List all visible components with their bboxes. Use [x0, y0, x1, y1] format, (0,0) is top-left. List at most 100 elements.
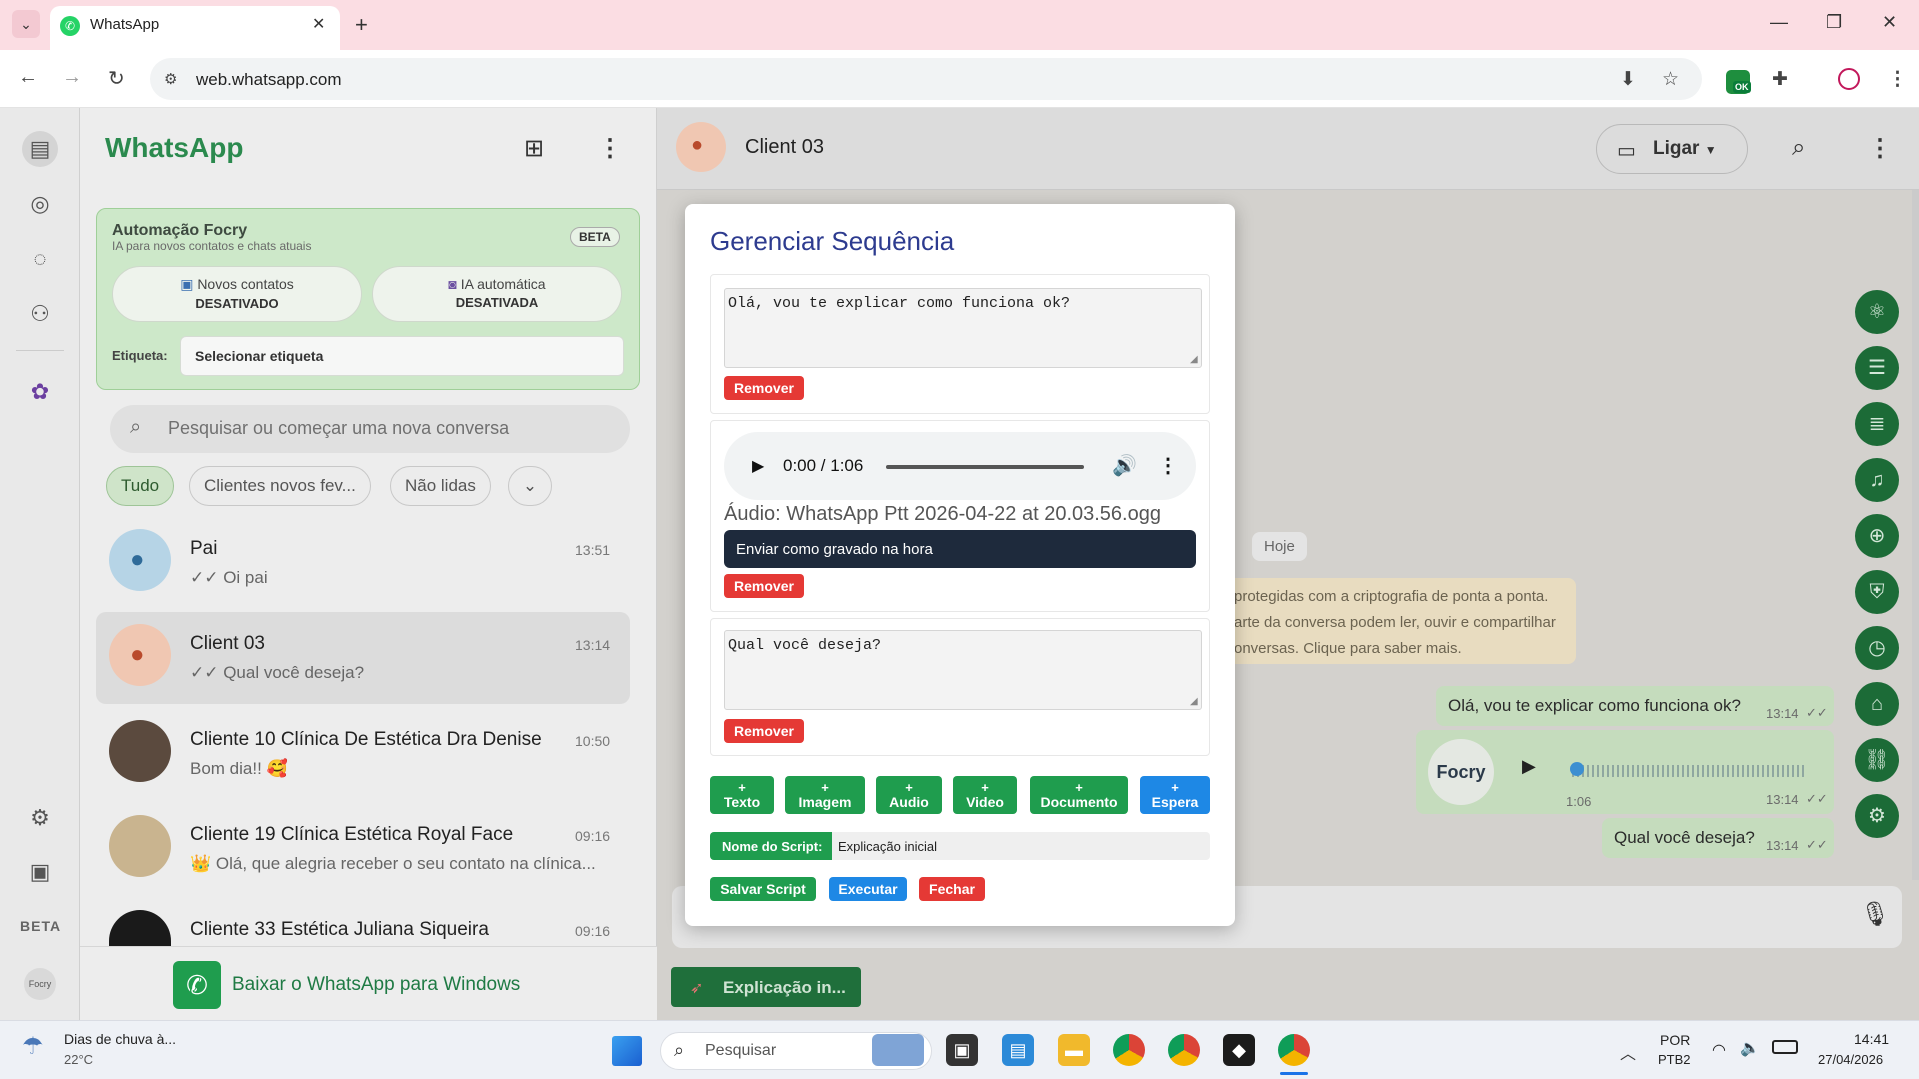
add-wait-label: Espera — [1151, 794, 1199, 810]
address-bar[interactable] — [150, 58, 1702, 100]
send-as-recorded-toggle[interactable]: Enviar como gravado na hora — [724, 530, 1196, 568]
tag-icon[interactable]: ⌂ — [1855, 682, 1899, 726]
filter-more-chevron-icon[interactable]: ⌄ — [508, 466, 552, 506]
step-textarea[interactable]: Qual você deseja? — [724, 630, 1202, 710]
filter-chip-new-clients[interactable]: Clientes novos fev... — [189, 466, 371, 506]
auto-ai-status: DESATIVADA — [455, 295, 539, 310]
audio-options-kebab-icon[interactable]: ⋮ — [1158, 453, 1178, 478]
add-audio-button[interactable]: + Audio — [876, 776, 942, 814]
remove-button[interactable]: Remover — [724, 574, 804, 598]
reload-icon[interactable]: ↻ — [108, 66, 125, 91]
media-gallery-icon[interactable]: ▣ — [22, 854, 58, 890]
stack-icon[interactable]: ≣ — [1855, 402, 1899, 446]
windows-start-icon[interactable] — [612, 1036, 642, 1066]
add-document-button[interactable]: + Documento — [1030, 776, 1128, 814]
file-explorer-icon[interactable]: ▬ — [1058, 1034, 1090, 1066]
resize-grip-icon[interactable]: ◢ — [1190, 696, 1198, 707]
focry-subtitle: IA para novos contatos e chats atuais — [112, 239, 312, 253]
auto-ai-toggle[interactable]: ◙ IA automática DESATIVADA — [372, 266, 622, 322]
link-icon[interactable]: ⛓ — [1855, 738, 1899, 782]
notepad-icon[interactable]: ▤ — [1002, 1034, 1034, 1066]
filter-chip-all[interactable]: Tudo — [106, 466, 175, 506]
focry-flower-icon[interactable]: ✿ — [22, 374, 58, 410]
browser-menu-icon[interactable]: ⋮ — [1888, 68, 1907, 91]
tab-close-icon[interactable]: ✕ — [312, 14, 325, 34]
save-script-button[interactable]: Salvar Script — [710, 877, 816, 901]
script-shortcut-label: Explicação in... — [723, 978, 846, 997]
tab-search-chevron-icon[interactable]: ⌄ — [12, 10, 40, 38]
chrome-profile-2-icon[interactable] — [1168, 1034, 1200, 1066]
forward-arrow-icon[interactable]: → — [62, 66, 82, 89]
remove-button[interactable]: Remover — [724, 376, 804, 400]
voice-waveform[interactable] — [1572, 765, 1806, 777]
new-tab-plus-icon[interactable]: + — [355, 12, 368, 38]
site-info-icon[interactable]: ⚙ — [164, 70, 177, 88]
chrome-profile-1-icon[interactable] — [1113, 1034, 1145, 1066]
script-name-input[interactable]: Explicação inicial — [832, 832, 1210, 860]
encryption-notice[interactable]: protegidas com a criptografia de ponta a… — [1210, 578, 1576, 664]
close-button[interactable]: Fechar — [919, 877, 985, 901]
tray-chevron-up-icon[interactable]: ︿ — [1620, 1040, 1636, 1064]
clock-icon[interactable]: ◷ — [1855, 626, 1899, 670]
music-note-icon[interactable]: ♫ — [1855, 458, 1899, 502]
step-textarea[interactable]: Olá, vou te explicar como funciona ok? — [724, 288, 1202, 368]
remove-button[interactable]: Remover — [724, 719, 804, 743]
extensions-puzzle-icon[interactable]: ✚ — [1772, 68, 1788, 91]
tag-select[interactable]: Selecionar etiqueta — [180, 336, 624, 376]
wifi-icon[interactable]: ◠ — [1712, 1040, 1726, 1060]
conversation-scrollbar[interactable] — [1912, 190, 1919, 880]
chats-icon[interactable]: ▤ — [22, 131, 58, 167]
window-close-icon[interactable]: ✕ — [1882, 12, 1897, 33]
filter-chip-unread[interactable]: Não lidas — [390, 466, 491, 506]
add-text-button[interactable]: + Texto — [710, 776, 774, 814]
restore-icon[interactable]: ❐ — [1826, 12, 1842, 33]
brain-icon[interactable]: ⚛ — [1855, 290, 1899, 334]
minimize-icon[interactable]: — — [1770, 12, 1788, 33]
voice-scrubber[interactable] — [1570, 762, 1584, 776]
rain-cloud-icon[interactable]: ☂ — [22, 1032, 44, 1061]
status-icon[interactable]: ◎ — [22, 186, 58, 222]
chat-row[interactable] — [96, 515, 630, 607]
language-code[interactable]: POR — [1660, 1032, 1690, 1048]
communities-icon[interactable]: ⚇ — [22, 296, 58, 332]
channels-icon[interactable]: ◌ — [22, 241, 58, 277]
play-icon[interactable]: ▶ — [1522, 756, 1536, 777]
contact-name[interactable]: Client 03 — [745, 136, 824, 159]
settings-gear-icon[interactable]: ⚙ — [22, 800, 58, 836]
back-arrow-icon[interactable]: ← — [18, 66, 38, 89]
install-app-icon[interactable]: ⬇ — [1620, 68, 1636, 91]
chat-menu-kebab-icon[interactable]: ⋮ — [1868, 134, 1892, 163]
profile-avatar-icon[interactable] — [1838, 68, 1860, 90]
focry-avatar[interactable]: Focry — [24, 968, 56, 1000]
clock-time[interactable]: 14:41 — [1854, 1031, 1889, 1047]
add-wait-button[interactable]: + Espera — [1140, 776, 1210, 814]
app-cube-icon[interactable]: ◆ — [1223, 1034, 1255, 1066]
menu-kebab-icon[interactable]: ⋮ — [598, 134, 622, 163]
add-chat-icon[interactable]: ⊕ — [1855, 514, 1899, 558]
audio-progress-track[interactable] — [886, 465, 1084, 469]
chat-row-selected[interactable] — [96, 612, 630, 704]
new-chat-icon[interactable]: ⊞ — [524, 134, 544, 163]
add-video-button[interactable]: + Video — [953, 776, 1017, 814]
new-contacts-toggle[interactable]: ▣ Novos contatos DESATIVADO — [112, 266, 362, 322]
play-icon[interactable]: ▶ — [752, 456, 764, 476]
settings-gear-icon[interactable]: ⚙ — [1855, 794, 1899, 838]
chat-row[interactable] — [96, 706, 630, 798]
execute-button[interactable]: Executar — [829, 877, 907, 901]
url-text[interactable]: web.whatsapp.com — [196, 70, 342, 90]
shield-icon[interactable]: ⛨ — [1855, 570, 1899, 614]
resize-grip-icon[interactable]: ◢ — [1190, 354, 1198, 365]
add-image-button[interactable]: + Imagem — [785, 776, 865, 814]
task-view-icon[interactable]: ▣ — [946, 1034, 978, 1066]
bookmark-star-icon[interactable]: ☆ — [1662, 68, 1679, 91]
battery-icon[interactable] — [1772, 1040, 1798, 1054]
chat-row[interactable] — [96, 801, 630, 893]
volume-icon[interactable]: 🔈 — [1740, 1038, 1760, 1058]
list-icon[interactable]: ☰ — [1855, 346, 1899, 390]
search-icon[interactable]: ⌕ — [1792, 134, 1805, 162]
volume-icon[interactable]: 🔊 — [1112, 453, 1137, 478]
download-link[interactable]: Baixar o WhatsApp para Windows — [232, 974, 520, 996]
microphone-icon[interactable]: 🎙 — [1860, 900, 1890, 929]
chrome-active-icon[interactable] — [1278, 1034, 1310, 1066]
weather-title[interactable]: Dias de chuva à... — [64, 1031, 176, 1047]
